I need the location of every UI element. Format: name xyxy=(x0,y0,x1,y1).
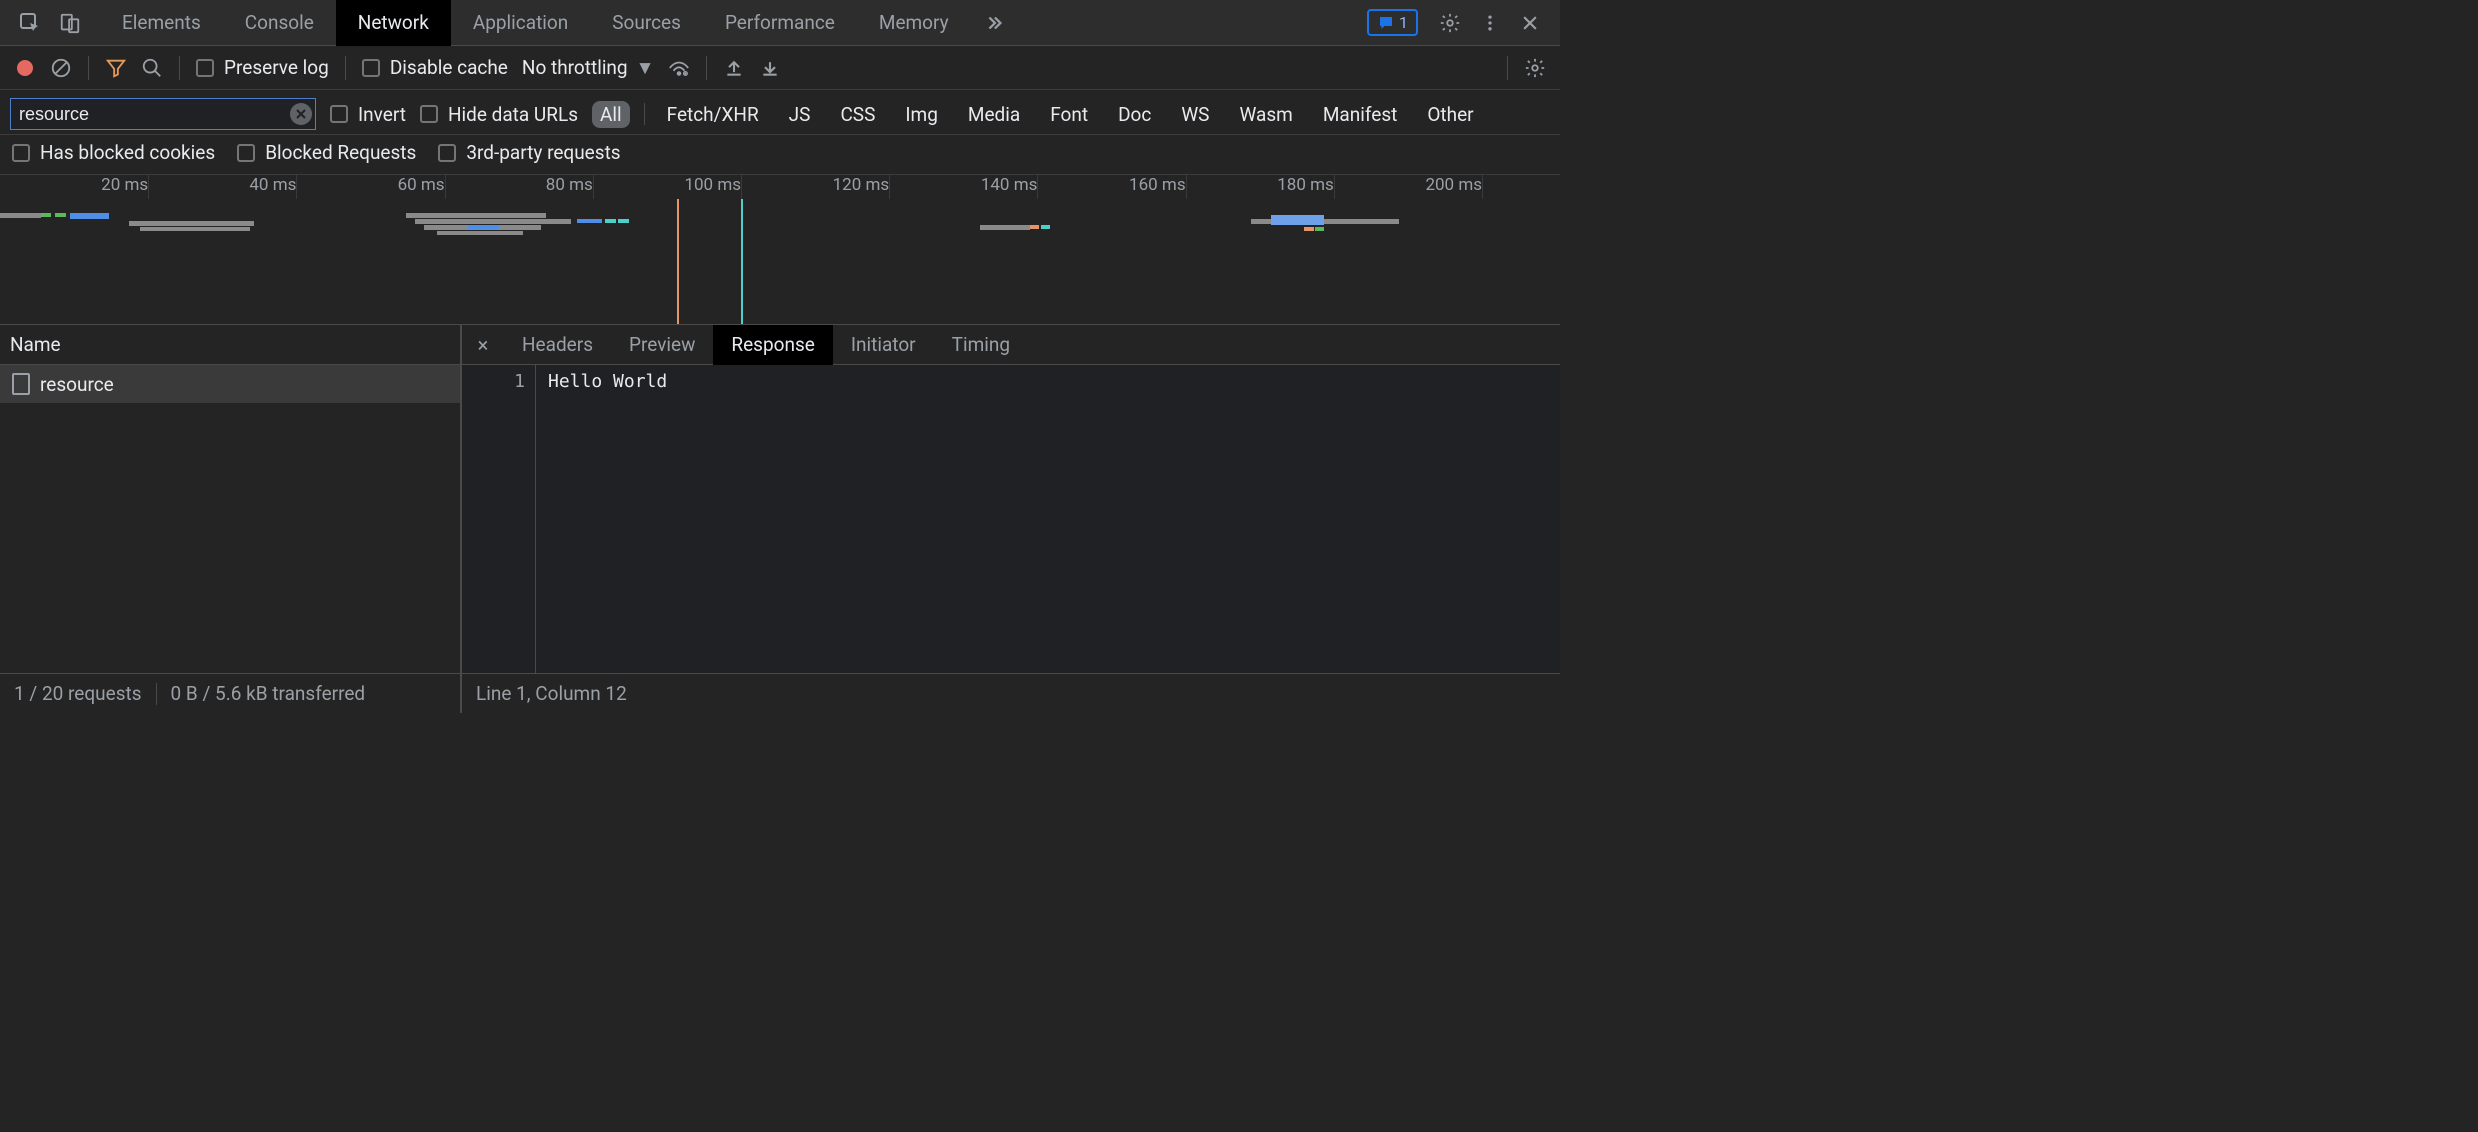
type-pill-img[interactable]: Img xyxy=(897,101,946,128)
detail-tab-initiator[interactable]: Initiator xyxy=(833,325,934,365)
settings-icon[interactable] xyxy=(1430,0,1470,46)
kebab-menu-icon[interactable] xyxy=(1470,0,1510,46)
filter-input[interactable] xyxy=(10,98,316,130)
tab-sources[interactable]: Sources xyxy=(590,0,703,46)
tick-label: 40 ms xyxy=(249,175,296,195)
status-transferred: 0 B / 5.6 kB transferred xyxy=(171,682,366,705)
document-icon xyxy=(12,373,30,395)
request-list: resource xyxy=(0,365,460,673)
request-detail-panel: × Headers Preview Response Initiator Tim… xyxy=(462,325,1560,673)
filter-bar: Invert Hide data URLs All Fetch/XHR JS C… xyxy=(0,90,1560,135)
tab-network[interactable]: Network xyxy=(336,0,451,46)
type-pill-fetchxhr[interactable]: Fetch/XHR xyxy=(659,101,767,128)
tick-label: 180 ms xyxy=(1277,175,1334,195)
column-header-name[interactable]: Name xyxy=(0,325,460,365)
search-icon[interactable] xyxy=(141,57,163,79)
type-pill-ws[interactable]: WS xyxy=(1173,101,1217,128)
detail-tab-response[interactable]: Response xyxy=(713,325,832,365)
issues-count: 1 xyxy=(1399,13,1408,32)
issues-badge[interactable]: 1 xyxy=(1367,9,1418,36)
tick-label: 60 ms xyxy=(398,175,445,195)
status-requests: 1 / 20 requests xyxy=(14,682,142,705)
type-pill-doc[interactable]: Doc xyxy=(1110,101,1159,128)
upload-har-icon[interactable] xyxy=(723,57,745,79)
line-number-gutter: 1 xyxy=(462,365,536,673)
timeline-ticks: 20 ms 40 ms 60 ms 80 ms 100 ms 120 ms 14… xyxy=(0,175,1560,199)
tick-label: 160 ms xyxy=(1129,175,1186,195)
status-bar: 1 / 20 requests 0 B / 5.6 kB transferred… xyxy=(0,673,1560,713)
type-pill-all[interactable]: All xyxy=(592,101,630,128)
tab-performance[interactable]: Performance xyxy=(703,0,857,46)
inspect-element-icon[interactable] xyxy=(10,0,50,46)
response-body[interactable]: 1 Hello World xyxy=(462,365,1560,673)
invert-label: Invert xyxy=(358,103,406,126)
tick-label: 80 ms xyxy=(546,175,593,195)
timeline-overview[interactable]: 20 ms 40 ms 60 ms 80 ms 100 ms 120 ms 14… xyxy=(0,175,1560,325)
type-pill-media[interactable]: Media xyxy=(960,101,1028,128)
type-pill-other[interactable]: Other xyxy=(1419,101,1481,128)
type-pill-css[interactable]: CSS xyxy=(832,101,883,128)
has-blocked-cookies-label: Has blocked cookies xyxy=(40,141,215,164)
record-icon[interactable] xyxy=(14,57,36,79)
tick-label: 20 ms xyxy=(101,175,148,195)
tick-label: 120 ms xyxy=(833,175,890,195)
request-list-panel: Name resource xyxy=(0,325,462,673)
chevron-down-icon: ▼ xyxy=(636,56,655,80)
network-toolbar: Preserve log Disable cache No throttling… xyxy=(0,46,1560,90)
preserve-log-label: Preserve log xyxy=(224,56,329,79)
request-name: resource xyxy=(40,373,114,396)
detail-tab-preview[interactable]: Preview xyxy=(611,325,713,365)
detail-tab-headers[interactable]: Headers xyxy=(504,325,611,365)
clear-filter-icon[interactable] xyxy=(290,103,312,125)
hide-data-urls-label: Hide data URLs xyxy=(448,103,578,126)
tab-memory[interactable]: Memory xyxy=(857,0,971,46)
more-tabs-icon[interactable] xyxy=(971,0,1017,46)
download-har-icon[interactable] xyxy=(759,57,781,79)
disable-cache-checkbox[interactable]: Disable cache xyxy=(362,56,508,79)
request-row[interactable]: resource xyxy=(0,365,460,403)
invert-checkbox[interactable]: Invert xyxy=(330,103,406,126)
response-content: Hello World xyxy=(536,365,1560,673)
filter-input-wrap xyxy=(10,98,316,130)
third-party-label: 3rd-party requests xyxy=(466,141,620,164)
tab-console[interactable]: Console xyxy=(223,0,336,46)
close-detail-icon[interactable]: × xyxy=(462,333,504,357)
tab-application[interactable]: Application xyxy=(451,0,590,46)
type-pill-wasm[interactable]: Wasm xyxy=(1231,101,1300,128)
third-party-checkbox[interactable]: 3rd-party requests xyxy=(438,141,620,164)
detail-tab-timing[interactable]: Timing xyxy=(934,325,1028,365)
tab-elements[interactable]: Elements xyxy=(100,0,223,46)
filter-bar-2: Has blocked cookies Blocked Requests 3rd… xyxy=(0,135,1560,175)
network-settings-icon[interactable] xyxy=(1524,57,1546,79)
clear-icon[interactable] xyxy=(50,57,72,79)
network-conditions-icon[interactable] xyxy=(668,57,690,79)
disable-cache-label: Disable cache xyxy=(390,56,508,79)
filter-icon[interactable] xyxy=(105,57,127,79)
tick-label: 100 ms xyxy=(684,175,741,195)
has-blocked-cookies-checkbox[interactable]: Has blocked cookies xyxy=(12,141,215,164)
type-pill-js[interactable]: JS xyxy=(781,101,819,128)
tick-label: 200 ms xyxy=(1425,175,1482,195)
preserve-log-checkbox[interactable]: Preserve log xyxy=(196,56,329,79)
device-toolbar-icon[interactable] xyxy=(50,0,90,46)
main-tabstrip: Elements Console Network Application Sou… xyxy=(0,0,1560,46)
timeline-bars xyxy=(0,213,1560,243)
panel-tabs: Elements Console Network Application Sou… xyxy=(100,0,1017,46)
throttling-value: No throttling xyxy=(522,56,628,79)
type-pill-manifest[interactable]: Manifest xyxy=(1315,101,1406,128)
blocked-requests-checkbox[interactable]: Blocked Requests xyxy=(237,141,416,164)
network-split: Name resource × Headers Preview Response… xyxy=(0,325,1560,673)
hide-data-urls-checkbox[interactable]: Hide data URLs xyxy=(420,103,578,126)
throttling-select[interactable]: No throttling ▼ xyxy=(522,56,655,80)
blocked-requests-label: Blocked Requests xyxy=(265,141,416,164)
status-cursor: Line 1, Column 12 xyxy=(476,682,627,705)
detail-tabs: × Headers Preview Response Initiator Tim… xyxy=(462,325,1560,365)
tick-label: 140 ms xyxy=(981,175,1038,195)
devtools-window: Elements Console Network Application Sou… xyxy=(0,0,1560,716)
type-pill-font[interactable]: Font xyxy=(1042,101,1096,128)
close-devtools-icon[interactable] xyxy=(1510,0,1550,46)
